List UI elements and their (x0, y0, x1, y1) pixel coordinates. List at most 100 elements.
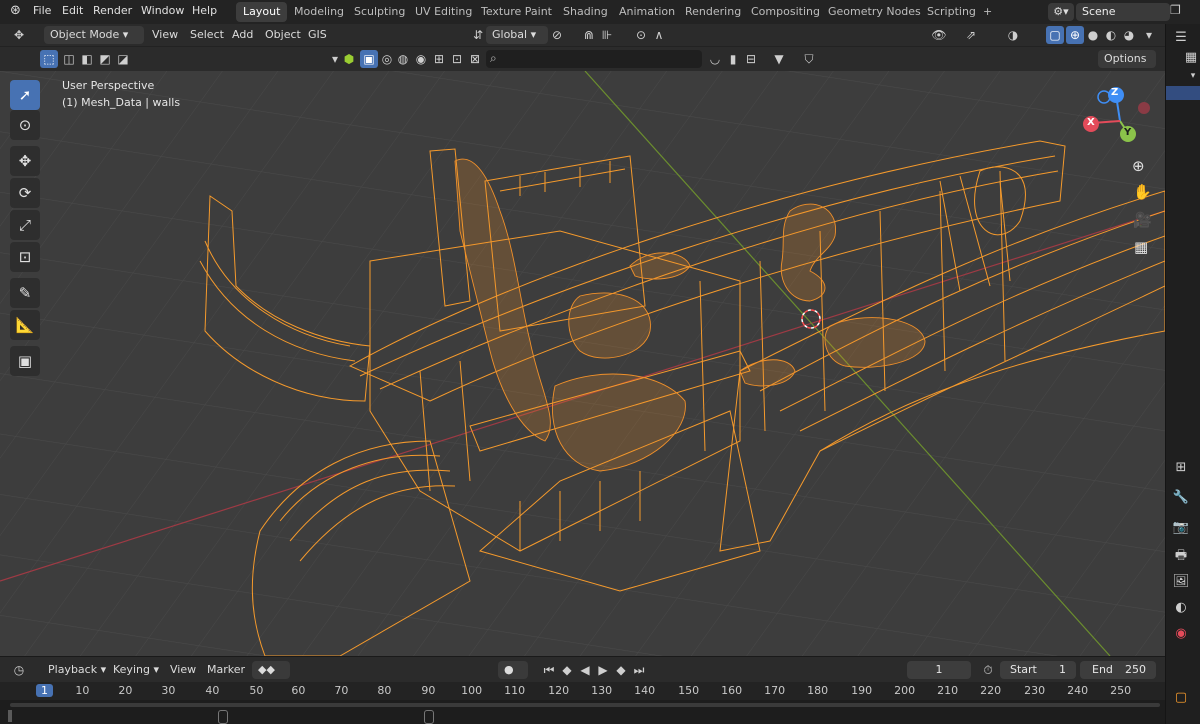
scene-properties-icon[interactable]: ◐ (1171, 598, 1191, 618)
shading-solid-icon[interactable]: ● (1084, 26, 1102, 44)
tab-texture-paint[interactable]: Texture Paint (474, 2, 559, 22)
record-icon[interactable]: ● (498, 661, 528, 679)
3d-viewport[interactable]: User Perspective (1) Mesh_Data | walls Z… (0, 71, 1165, 656)
start-frame-field[interactable]: Start 1 (1000, 661, 1076, 679)
world-properties-icon[interactable]: ◉ (1171, 624, 1191, 644)
pan-hand-icon[interactable]: ✋ (1133, 183, 1152, 201)
blender-logo-icon[interactable]: ⊛ (10, 3, 21, 18)
end-frame-field[interactable]: End 250 (1080, 661, 1156, 679)
zoom-icon[interactable]: ⊕ (1132, 157, 1145, 175)
filter-meta-icon[interactable]: ◉ (412, 50, 430, 68)
duplicate-scene-icon[interactable]: ❐ (1170, 3, 1181, 17)
menu-render[interactable]: Render (93, 4, 132, 17)
restrict-toggle-icon[interactable]: ⛉ (800, 50, 818, 68)
menu-select[interactable]: Select (190, 26, 224, 44)
select-mode-extend-icon[interactable]: ◫ (60, 50, 78, 68)
proportional-edit-icon[interactable]: ⊙ (632, 26, 650, 44)
filter-light-icon[interactable]: ⊠ (466, 50, 484, 68)
select-box-tool-icon[interactable]: ➚ (10, 80, 40, 110)
scroll-handle-right[interactable] (424, 710, 434, 724)
menu-view-timeline[interactable]: View (170, 661, 196, 679)
filter-camera-icon[interactable]: ⊡ (448, 50, 466, 68)
menu-view[interactable]: View (152, 26, 178, 44)
jump-end-icon[interactable]: ⏭ (630, 661, 648, 679)
menu-file[interactable]: File (33, 4, 51, 17)
menu-marker[interactable]: Marker (207, 661, 245, 679)
measure-tool-icon[interactable]: 📐 (10, 310, 40, 340)
pivot-point-icon[interactable]: ⊘ (548, 26, 566, 44)
transform-orientation-dropdown[interactable]: Global ▾ (486, 26, 548, 44)
snap-icon[interactable]: ⋒ (580, 26, 598, 44)
menu-gis[interactable]: GIS (308, 26, 327, 44)
menu-add[interactable]: Add (232, 26, 253, 44)
filter-surface-icon[interactable]: ◍ (394, 50, 412, 68)
select-mode-invert-icon[interactable]: ◩ (96, 50, 114, 68)
filter-mesh-icon[interactable]: ▣ (360, 50, 378, 68)
menu-edit[interactable]: Edit (62, 4, 83, 17)
move-tool-icon[interactable]: ✥ (10, 146, 40, 176)
tab-rendering[interactable]: Rendering (678, 2, 748, 22)
tab-scripting[interactable]: Scripting (920, 2, 983, 22)
object-properties-icon[interactable]: ▢ (1171, 688, 1191, 708)
rotate-tool-icon[interactable]: ⟳ (10, 178, 40, 208)
mode-dropdown[interactable]: Object Mode ▾ (44, 26, 144, 44)
annotate-tool-icon[interactable]: ✎ (10, 278, 40, 308)
menu-playback[interactable]: Playback ▾ (48, 661, 106, 679)
tab-layout[interactable]: Layout (236, 2, 288, 22)
editor-type-icon[interactable]: ✥ (10, 26, 28, 44)
jump-start-icon[interactable]: ⏮ (540, 661, 558, 679)
preview-range-icon[interactable]: ⏱ (979, 661, 997, 679)
tab-geometry-nodes[interactable]: Geometry Nodes (821, 2, 928, 22)
collection-icon[interactable]: ⊟ (742, 50, 760, 68)
select-mode-intersect-icon[interactable]: ◪ (114, 50, 132, 68)
ortho-grid-icon[interactable]: ▦ (1134, 238, 1148, 256)
tab-modeling[interactable]: Modeling (287, 2, 351, 22)
menu-keying[interactable]: Keying ▾ (113, 661, 159, 679)
output-properties-icon[interactable]: 🖶 (1171, 546, 1191, 566)
render-properties-icon[interactable]: 📷 (1171, 518, 1191, 538)
next-keyframe-icon[interactable]: ◆ (612, 661, 630, 679)
outliner-expand-icon[interactable]: ▾ (1183, 66, 1200, 86)
timeline-scroll-area[interactable] (0, 700, 1165, 724)
transform-tool-icon[interactable]: ⊡ (10, 242, 40, 272)
add-cube-tool-icon[interactable]: ▣ (10, 346, 40, 376)
camera-view-icon[interactable]: 🎥 (1133, 211, 1152, 229)
search-input[interactable]: ⌕ (486, 50, 702, 68)
filter-funnel-icon[interactable]: ▼ (770, 50, 788, 68)
filter-toggle-icon[interactable]: ◡ (706, 50, 724, 68)
options-dropdown[interactable]: Options ▾ (1098, 50, 1156, 83)
play-icon[interactable]: ▶ (594, 661, 612, 679)
menu-help[interactable]: Help (192, 4, 217, 17)
tab-uv-editing[interactable]: UV Editing (408, 2, 479, 22)
properties-editor-icon[interactable]: ⊞ (1171, 458, 1191, 478)
scroll-handle-left[interactable] (8, 710, 12, 722)
tool-properties-icon[interactable]: 🔧 (1171, 488, 1191, 508)
gizmo-toggle-icon[interactable]: ⇗ (962, 26, 980, 44)
current-frame-field[interactable]: 1 (907, 661, 971, 679)
horizontal-scrollbar[interactable] (10, 703, 1160, 707)
xray-toggle-icon[interactable]: ▢ (1046, 26, 1064, 44)
filter-text-icon[interactable]: ⊞ (430, 50, 448, 68)
select-mode-subtract-icon[interactable]: ◧ (78, 50, 96, 68)
bookmark-icon[interactable]: ▮ (724, 50, 742, 68)
scene-selector-icon[interactable]: ⚙▾ (1048, 3, 1074, 21)
play-reverse-icon[interactable]: ◀ (576, 661, 594, 679)
scene-name-field[interactable]: Scene (1076, 3, 1170, 21)
snap-target-icon[interactable]: ⊪ (598, 26, 616, 44)
select-mode-new-icon[interactable]: ⬚ (40, 50, 58, 68)
add-workspace-button[interactable]: + (976, 2, 999, 22)
overlay-toggle-icon[interactable]: ◑ (1004, 26, 1022, 44)
scale-tool-icon[interactable]: ⤢ (10, 210, 40, 240)
menu-window[interactable]: Window (141, 4, 184, 17)
view-layer-icon[interactable]: 🖼 (1171, 572, 1191, 592)
shading-options-icon[interactable]: ▾ (1140, 26, 1158, 44)
timeline-editor-icon[interactable]: ◷ (10, 661, 28, 679)
tab-sculpting[interactable]: Sculpting (347, 2, 412, 22)
cursor-tool-icon[interactable]: ⊙ (10, 110, 40, 140)
tab-compositing[interactable]: Compositing (744, 2, 827, 22)
object-types-icon[interactable]: ⬢ (340, 50, 358, 68)
shading-rendered-icon[interactable]: ◕ (1120, 26, 1138, 44)
shading-wireframe-icon[interactable]: ⊕ (1066, 26, 1084, 44)
scroll-handle-mid[interactable] (218, 710, 228, 724)
tab-shading[interactable]: Shading (556, 2, 615, 22)
